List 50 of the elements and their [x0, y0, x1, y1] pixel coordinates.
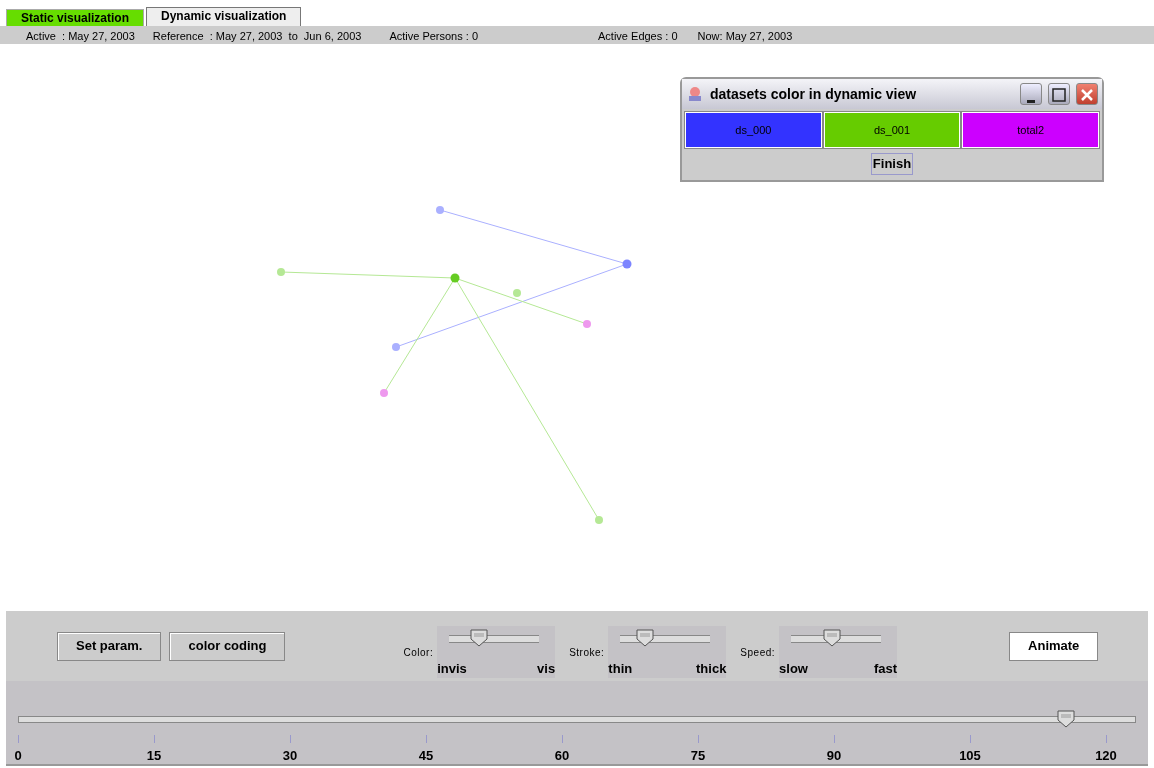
button[interactable]: Set param. — [57, 631, 162, 661]
tick-label: 30 — [282, 747, 298, 765]
tick-mark — [425, 735, 427, 743]
slider-thumb[interactable] — [822, 629, 841, 647]
finish-button[interactable]: Finish — [870, 153, 914, 175]
tick-mark — [289, 735, 291, 743]
tick-label: 90 — [826, 747, 842, 765]
window-title: datasets color in dynamic view — [710, 84, 918, 104]
tick-mark — [153, 735, 155, 743]
animate-button[interactable]: Animate — [1009, 631, 1099, 661]
minimize-icon — [1027, 100, 1035, 104]
tick-label: 105 — [959, 747, 981, 765]
slider-max-label: fast — [873, 659, 898, 678]
app-icon — [686, 85, 704, 103]
slider-thumb[interactable] — [1056, 710, 1075, 728]
maximize-button[interactable] — [1048, 83, 1070, 105]
tick-mark — [833, 735, 835, 743]
status-text: Active Persons : 0 — [389, 29, 479, 44]
status-text: Active Edges : 0 — [598, 29, 678, 44]
slider-max-label: vis — [537, 659, 556, 678]
tab[interactable]: Static visualization — [6, 9, 145, 26]
dataset-color-button[interactable]: ds_001 — [823, 112, 961, 148]
tab[interactable]: Dynamic visualization — [146, 7, 302, 26]
tick-mark — [561, 735, 563, 743]
close-button[interactable] — [1076, 83, 1098, 105]
slider-label: Color: — [403, 645, 434, 660]
status-text: Active : May 27, 2003 — [26, 29, 135, 44]
tick-label: 60 — [554, 747, 570, 765]
slider-thumb[interactable] — [469, 629, 488, 647]
tick-label: 45 — [418, 747, 434, 765]
dataset-color-button[interactable]: total2 — [962, 112, 1099, 148]
tick-mark — [969, 735, 971, 743]
slider-min-label: slow — [779, 659, 808, 678]
slider-label: Speed: — [740, 645, 776, 660]
button[interactable]: color coding — [169, 631, 286, 661]
slider-label: Stroke: — [569, 645, 605, 660]
tick-mark — [17, 735, 19, 743]
status-text: Now: May 27, 2003 — [697, 29, 793, 44]
tick-label: 120 — [1095, 747, 1117, 765]
minimize-button[interactable] — [1020, 83, 1042, 105]
slider-max-label: thick — [696, 659, 727, 678]
tick-mark — [1105, 735, 1107, 743]
tick-label: 15 — [146, 747, 162, 765]
slider-thumb[interactable] — [635, 629, 654, 647]
tick-label: 0 — [14, 747, 22, 765]
tick-mark — [697, 735, 699, 743]
slider-min-label: invis — [437, 659, 467, 678]
slider-min-label: thin — [608, 659, 633, 678]
tick-label: 75 — [690, 747, 706, 765]
status-text: Reference : May 27, 2003 to Jun 6, 2003 — [152, 29, 362, 44]
